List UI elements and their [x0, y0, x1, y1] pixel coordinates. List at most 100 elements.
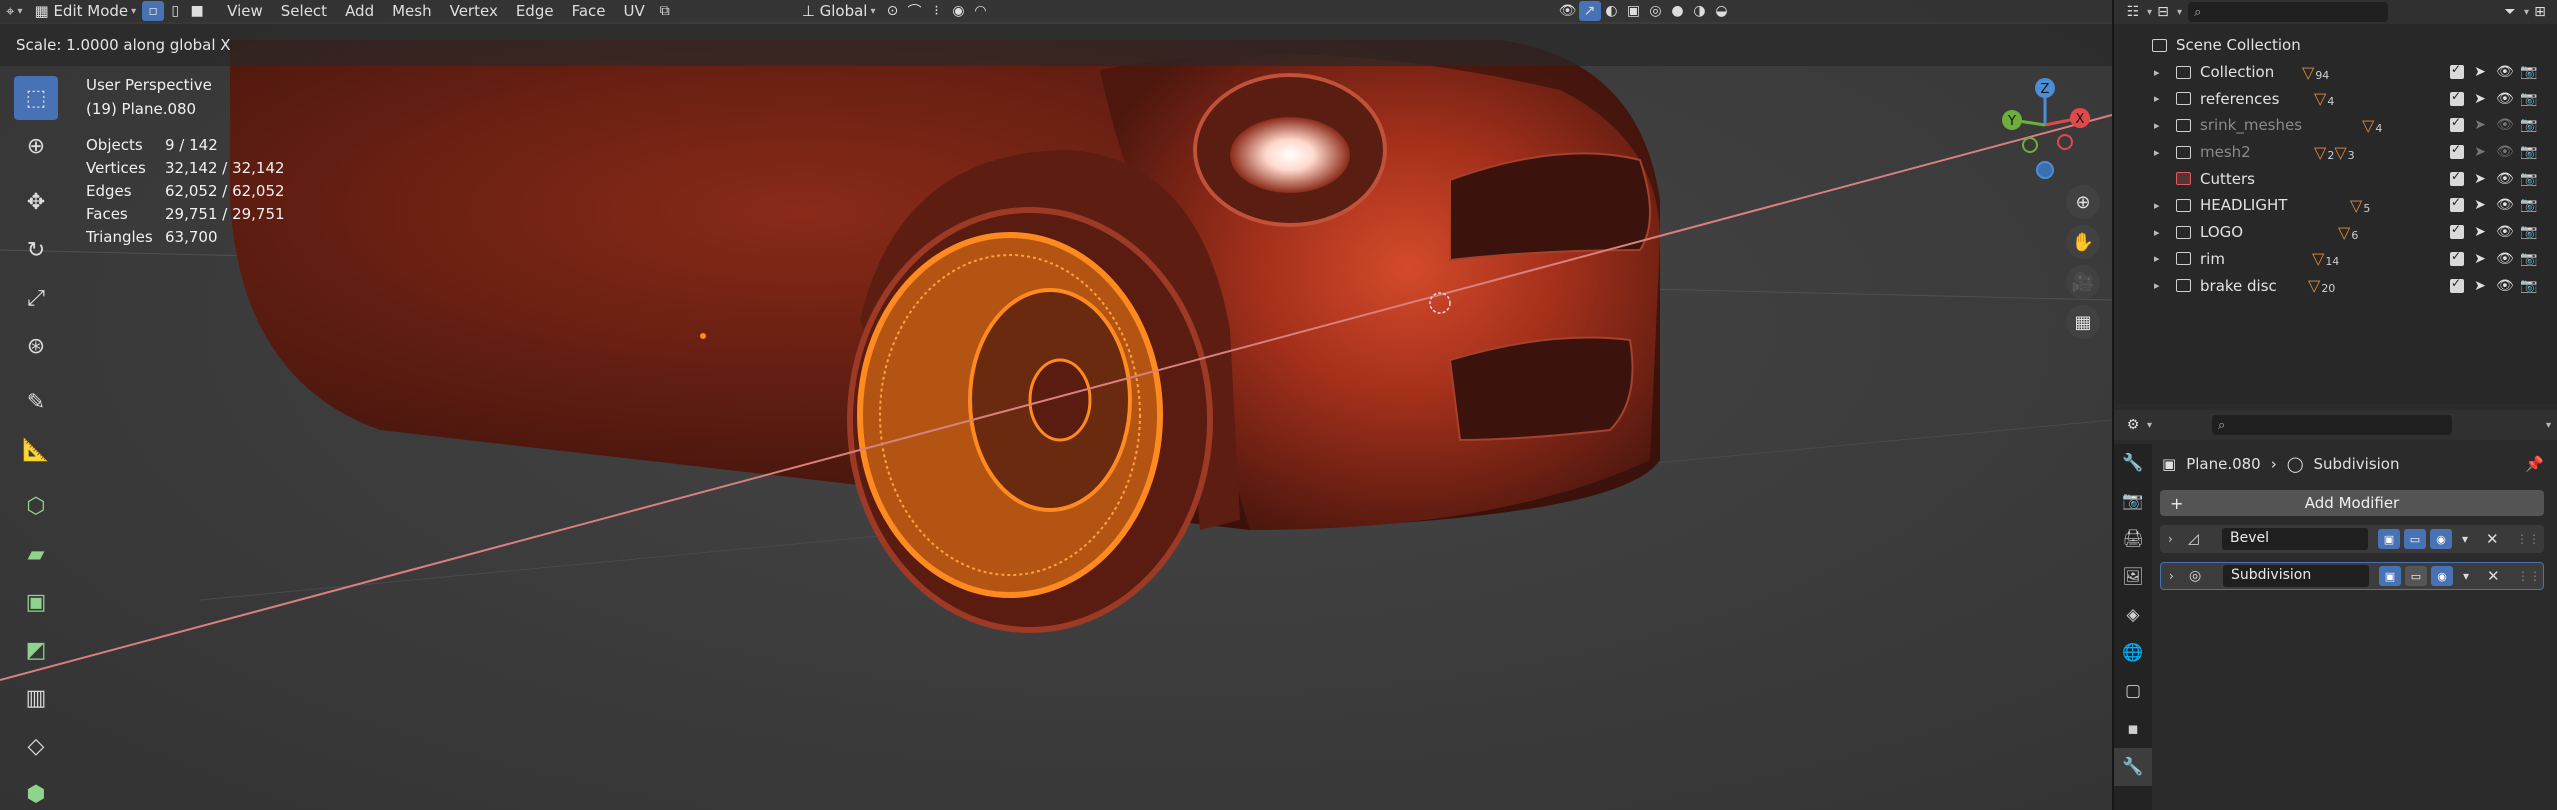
orientation-selector[interactable]: ⊥ Global ▾: [796, 0, 882, 22]
zoom-icon[interactable]: ⊕: [2066, 185, 2100, 219]
render-toggle-icon[interactable]: ◉: [2431, 566, 2453, 586]
chevron-down-icon[interactable]: ▾: [2462, 532, 2468, 546]
world-tab-icon[interactable]: 🌐: [2114, 634, 2152, 672]
exclude-checkbox[interactable]: [2450, 276, 2464, 293]
expand-chevron-icon[interactable]: ▸: [2154, 66, 2160, 79]
snap-target-icon[interactable]: ⁝: [926, 1, 948, 21]
menu-edge[interactable]: Edge: [507, 0, 563, 22]
camera-render-icon[interactable]: 📷: [2520, 224, 2537, 240]
viewport-toggle-icon[interactable]: ▭: [2404, 529, 2426, 549]
tool-tab-icon[interactable]: 🔧: [2114, 444, 2152, 482]
viewport-toggle-icon[interactable]: ▭: [2405, 566, 2427, 586]
eye-icon[interactable]: 👁: [2496, 197, 2514, 213]
camera-render-icon[interactable]: 📷: [2520, 91, 2537, 107]
modifier-subdivision[interactable]: › ◎ Subdivision ▣ ▭ ◉ ▾ ✕ ⋮⋮: [2160, 562, 2544, 590]
cursor-tool-icon[interactable]: ⊕: [14, 124, 58, 168]
camera-view-icon[interactable]: 🎥: [2066, 265, 2100, 299]
eye-icon[interactable]: 👁: [2496, 171, 2514, 187]
exclude-checkbox[interactable]: [2450, 195, 2464, 213]
expand-chevron-icon[interactable]: ▸: [2154, 279, 2160, 292]
render-tab-icon[interactable]: 📷: [2114, 482, 2152, 520]
pin-icon[interactable]: 📌: [2525, 455, 2544, 473]
pan-hand-icon[interactable]: ✋: [2066, 225, 2100, 259]
selectable-arrow-icon[interactable]: ➤: [2472, 224, 2488, 240]
mode-selector[interactable]: ▦ Edit Mode ▾: [28, 0, 142, 22]
expand-chevron-icon[interactable]: ▸: [2154, 119, 2160, 132]
shading-wireframe-icon[interactable]: ◎: [1645, 1, 1667, 21]
menu-mesh[interactable]: Mesh: [383, 0, 441, 22]
move-tool-icon[interactable]: ✥: [14, 180, 58, 224]
exclude-checkbox[interactable]: [2450, 169, 2464, 186]
perspective-toggle-icon[interactable]: ▦: [2066, 305, 2100, 339]
menu-vertex[interactable]: Vertex: [441, 0, 507, 22]
menu-uv[interactable]: UV: [615, 0, 654, 22]
xray-icon[interactable]: ▣: [1623, 1, 1645, 21]
shading-rendered-icon[interactable]: ◒: [1711, 1, 1733, 21]
expand-chevron-icon[interactable]: ▸: [2154, 226, 2160, 239]
exclude-checkbox[interactable]: [2450, 89, 2464, 106]
selectable-arrow-icon[interactable]: ➤: [2472, 171, 2488, 187]
selectable-arrow-icon[interactable]: ➤: [2472, 144, 2488, 160]
edit-mode-toggle-icon[interactable]: ▣: [2378, 529, 2400, 549]
eye-icon[interactable]: 👁: [2496, 251, 2514, 267]
editor-type-button[interactable]: ⌖ ▾: [0, 0, 28, 22]
exclude-checkbox[interactable]: [2450, 115, 2464, 133]
outliner-item-logo[interactable]: ▸ LOGO ▽6 ➤ 👁 📷: [2114, 219, 2557, 246]
shading-solid-icon[interactable]: ●: [1667, 1, 1689, 21]
edge-select-icon[interactable]: ▯: [164, 1, 186, 21]
properties-editor-icon[interactable]: ⚙: [2122, 415, 2144, 435]
outliner-search-input[interactable]: ⌕: [2188, 2, 2389, 22]
select-box-tool-icon[interactable]: ⬚: [14, 76, 58, 120]
rotate-tool-icon[interactable]: ↻: [14, 228, 58, 272]
camera-render-icon[interactable]: 📷: [2520, 251, 2537, 267]
modifier-name-field[interactable]: Subdivision: [2223, 565, 2369, 587]
outliner-item-brake-disc[interactable]: ▸ brake disc ▽20 ➤ 👁 📷: [2114, 272, 2557, 299]
outliner-item-mesh2[interactable]: ▸ mesh2 ▽2▽3 ➤ 👁 📷: [2114, 139, 2557, 166]
3d-viewport[interactable]: ⌖ ▾ ▦ Edit Mode ▾ ▫ ▯ ■ View Select Add Me…: [0, 0, 2112, 810]
camera-render-icon[interactable]: 📷: [2520, 278, 2537, 294]
falloff-icon[interactable]: ◠: [970, 1, 992, 21]
scene-tab-icon[interactable]: ◈: [2114, 596, 2152, 634]
measure-tool-icon[interactable]: 📐: [14, 428, 58, 472]
exclude-checkbox[interactable]: [2450, 249, 2464, 266]
drag-handle-icon[interactable]: ⋮⋮: [2517, 569, 2541, 583]
selectable-arrow-icon[interactable]: ➤: [2472, 278, 2488, 294]
add-cube-tool-icon[interactable]: ⬡: [14, 484, 58, 528]
navigation-gizmo[interactable]: Z X Y: [1990, 70, 2100, 190]
collection-tab-icon[interactable]: ▢: [2114, 672, 2152, 710]
outliner-item-headlight[interactable]: ▸ HEADLIGHT ▽5 ➤ 👁 📷: [2114, 192, 2557, 219]
new-collection-icon[interactable]: ⊞: [2529, 2, 2551, 22]
extrude-tool-icon[interactable]: ▰: [14, 532, 58, 576]
expand-chevron-icon[interactable]: ›: [2168, 532, 2173, 546]
expand-chevron-icon[interactable]: ▸: [2154, 199, 2160, 212]
vertex-select-icon[interactable]: ▫: [142, 1, 165, 21]
eye-icon[interactable]: 👁: [2496, 64, 2514, 80]
menu-add[interactable]: Add: [336, 0, 383, 22]
properties-search-input[interactable]: ⌕: [2212, 415, 2453, 435]
selectable-arrow-icon[interactable]: ➤: [2472, 251, 2488, 267]
object-tab-icon[interactable]: ▪: [2114, 710, 2152, 748]
overlay-icon[interactable]: ◐: [1601, 1, 1623, 21]
outliner-item-rim[interactable]: ▸ rim ▽14 ➤ 👁 📷: [2114, 246, 2557, 273]
poly-build-tool-icon[interactable]: ⬢: [14, 772, 58, 810]
exclude-checkbox[interactable]: [2450, 62, 2464, 80]
face-select-icon[interactable]: ■: [186, 1, 208, 21]
camera-render-icon[interactable]: 📷: [2520, 117, 2537, 133]
camera-render-icon[interactable]: 📷: [2520, 144, 2537, 160]
close-icon[interactable]: ✕: [2487, 567, 2500, 585]
menu-select[interactable]: Select: [272, 0, 336, 22]
camera-render-icon[interactable]: 📷: [2520, 197, 2537, 213]
chevron-down-icon[interactable]: ▾: [2463, 569, 2469, 583]
outliner-item-references[interactable]: ▸ references ▽4 ➤ 👁 📷: [2114, 85, 2557, 112]
shading-material-icon[interactable]: ◑: [1689, 1, 1711, 21]
display-mode-icon[interactable]: ⊟: [2152, 2, 2174, 22]
transform-tool-icon[interactable]: ⊛: [14, 324, 58, 368]
annotate-tool-icon[interactable]: ✎: [14, 380, 58, 424]
knife-tool-icon[interactable]: ◇: [14, 724, 58, 768]
expand-chevron-icon[interactable]: ▸: [2154, 92, 2160, 105]
copy-icon[interactable]: ⧉: [654, 1, 676, 21]
selectable-arrow-icon[interactable]: ➤: [2472, 197, 2488, 213]
visibility-icon[interactable]: 👁: [1557, 1, 1579, 21]
edit-mode-toggle-icon[interactable]: ▣: [2379, 566, 2401, 586]
outliner-item-cutters[interactable]: Cutters ➤ 👁 📷: [2114, 165, 2557, 192]
